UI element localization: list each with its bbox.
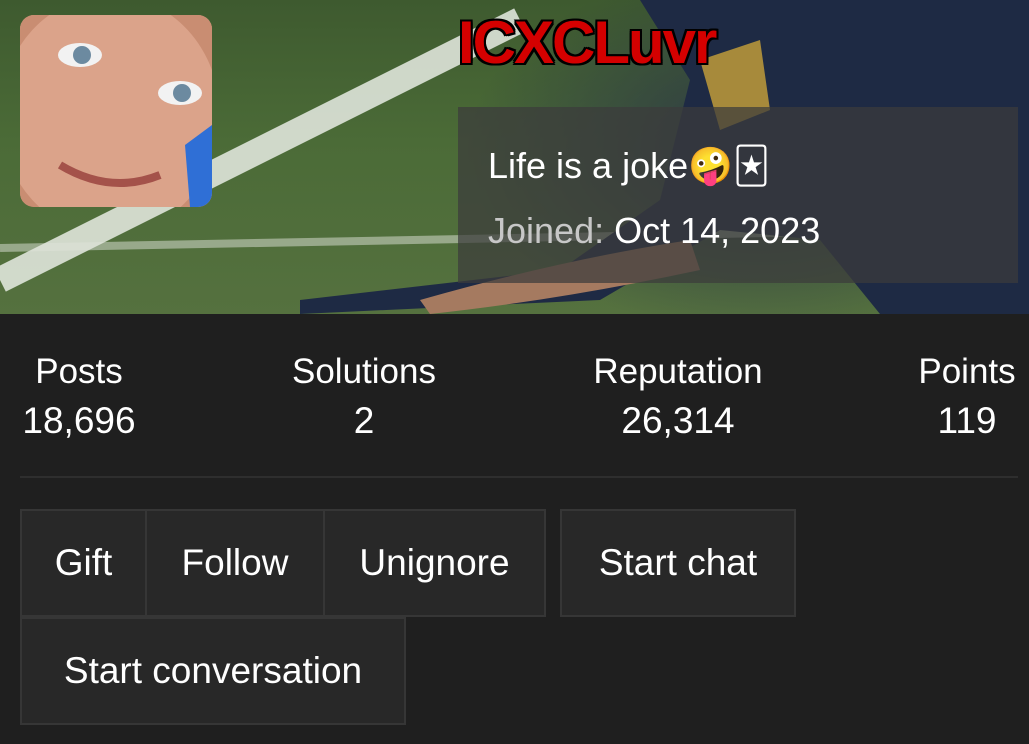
username[interactable]: ICXCLuvr — [458, 12, 717, 74]
start-chat-button[interactable]: Start chat — [560, 509, 796, 617]
joined-date: Joined: Oct 14, 2023 — [488, 210, 820, 252]
gift-button[interactable]: Gift — [20, 509, 147, 617]
profile-info-box: Life is a joke🤪🃏 Joined: Oct 14, 2023 — [458, 107, 1018, 283]
joined-label: Joined: — [488, 210, 605, 251]
stat-reputation[interactable]: Reputation 26,314 — [590, 352, 766, 444]
profile-banner: ICXCLuvr Life is a joke🤪🃏 Joined: Oct 14… — [0, 0, 1029, 314]
joker-card-emoji-icon: 🃏 — [732, 145, 770, 186]
stat-label: Solutions — [292, 352, 436, 391]
bio-text: Life is a joke — [488, 145, 689, 186]
bio: Life is a joke🤪🃏 — [488, 145, 770, 187]
stat-value: 119 — [937, 400, 997, 441]
stat-solutions[interactable]: Solutions 2 — [289, 352, 439, 444]
unignore-button[interactable]: Unignore — [323, 509, 546, 617]
avatar-photo — [20, 15, 212, 207]
follow-button[interactable]: Follow — [145, 509, 325, 617]
profile-stats: Posts 18,696 Solutions 2 Reputation 26,3… — [0, 314, 1029, 474]
avatar[interactable] — [20, 15, 212, 207]
zany-face-emoji-icon: 🤪 — [688, 145, 733, 186]
stat-label: Posts — [35, 352, 123, 391]
stat-points[interactable]: Points 119 — [914, 352, 1020, 444]
start-conversation-button[interactable]: Start conversation — [20, 617, 406, 725]
stat-value: 2 — [353, 400, 375, 441]
stat-value: 18,696 — [22, 400, 136, 441]
stat-label: Points — [918, 352, 1016, 391]
stat-posts[interactable]: Posts 18,696 — [20, 352, 138, 444]
divider — [20, 476, 1018, 478]
stat-value: 26,314 — [621, 400, 735, 441]
stat-label: Reputation — [593, 352, 763, 391]
joined-value: Oct 14, 2023 — [614, 210, 821, 251]
